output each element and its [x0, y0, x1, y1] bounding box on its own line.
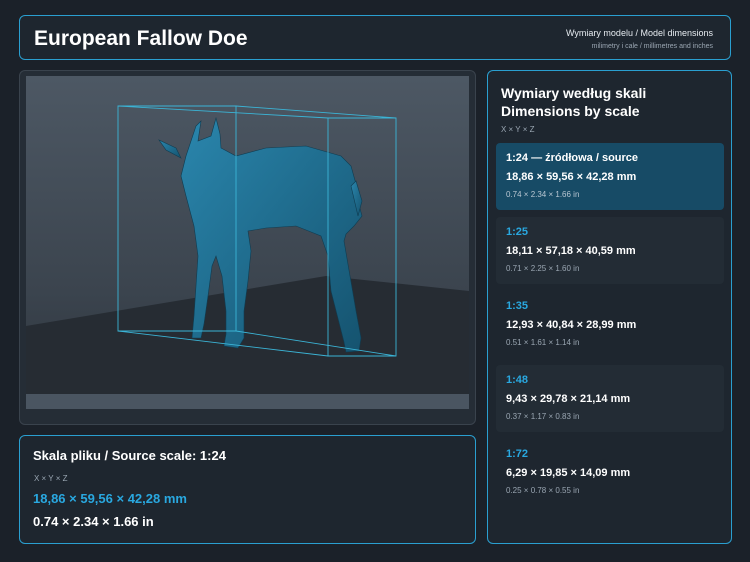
source-scale-card: Skala pliku / Source scale: 1:24 X × Y ×…	[19, 435, 476, 544]
scale-dimensions-mm: 12,93 × 40,84 × 28,99 mm	[506, 319, 637, 331]
scale-dimensions-inches: 0.71 × 2.25 × 1.60 in	[506, 264, 580, 273]
scale-label: 1:72	[506, 448, 529, 460]
scale-dimensions-inches: 0.74 × 2.34 × 1.66 in	[506, 190, 580, 199]
scale-dimensions-mm: 18,86 × 59,56 × 42,28 mm	[506, 171, 637, 183]
scale-dimensions-inches: 0.51 × 1.61 × 1.14 in	[506, 338, 580, 347]
scale-row-1-25[interactable]: 1:25 18,11 × 57,18 × 40,59 mm 0.71 × 2.2…	[496, 217, 724, 284]
scale-label: 1:24 — źródłowa / source	[506, 152, 639, 164]
scale-row-1-48[interactable]: 1:48 9,43 × 29,78 × 21,14 mm 0.37 × 1.17…	[496, 365, 724, 432]
header-bar: European Fallow Doe Wymiary modelu / Mod…	[19, 15, 731, 60]
deer-model-icon	[26, 76, 469, 409]
scale-label: 1:35	[506, 300, 529, 312]
scale-dimensions-inches: 0.25 × 0.78 × 0.55 in	[506, 486, 580, 495]
page-title: European Fallow Doe	[34, 27, 248, 50]
header-subtitle: Wymiary modelu / Model dimensions	[566, 28, 713, 38]
source-scale-title: Skala pliku / Source scale: 1:24	[33, 448, 226, 463]
viewer-bottom-strip	[26, 394, 469, 409]
scale-list-title: Wymiary według skali Dimensions by scale	[501, 85, 647, 119]
scale-list-panel: Wymiary według skali Dimensions by scale…	[487, 70, 732, 544]
header-units-note: milimetry i cale / millimetres and inche…	[591, 43, 713, 50]
scale-dimensions-mm: 9,43 × 29,78 × 21,14 mm	[506, 393, 631, 405]
scale-row-1-35[interactable]: 1:35 12,93 × 40,84 × 28,99 mm 0.51 × 1.6…	[496, 291, 724, 358]
scale-label: 1:25	[506, 226, 529, 238]
source-dimensions-inches: 0.74 × 2.34 × 1.66 in	[33, 514, 154, 529]
scale-dimensions-mm: 6,29 × 19,85 × 14,09 mm	[506, 467, 631, 479]
scale-row-1-24[interactable]: 1:24 — źródłowa / source 18,86 × 59,56 ×…	[496, 143, 724, 210]
source-dimensions-mm: 18,86 × 59,56 × 42,28 mm	[33, 491, 187, 506]
scale-dimensions-inches: 0.37 × 1.17 × 0.83 in	[506, 412, 580, 421]
source-axis-label: X × Y × Z	[34, 474, 68, 483]
scale-dimensions-mm: 18,11 × 57,18 × 40,59 mm	[506, 245, 636, 257]
scale-axis-label: X × Y × Z	[501, 125, 535, 134]
model-viewer[interactable]	[19, 70, 476, 425]
scale-row-1-72[interactable]: 1:72 6,29 × 19,85 × 14,09 mm 0.25 × 0.78…	[496, 439, 724, 506]
scale-label: 1:48	[506, 374, 529, 386]
